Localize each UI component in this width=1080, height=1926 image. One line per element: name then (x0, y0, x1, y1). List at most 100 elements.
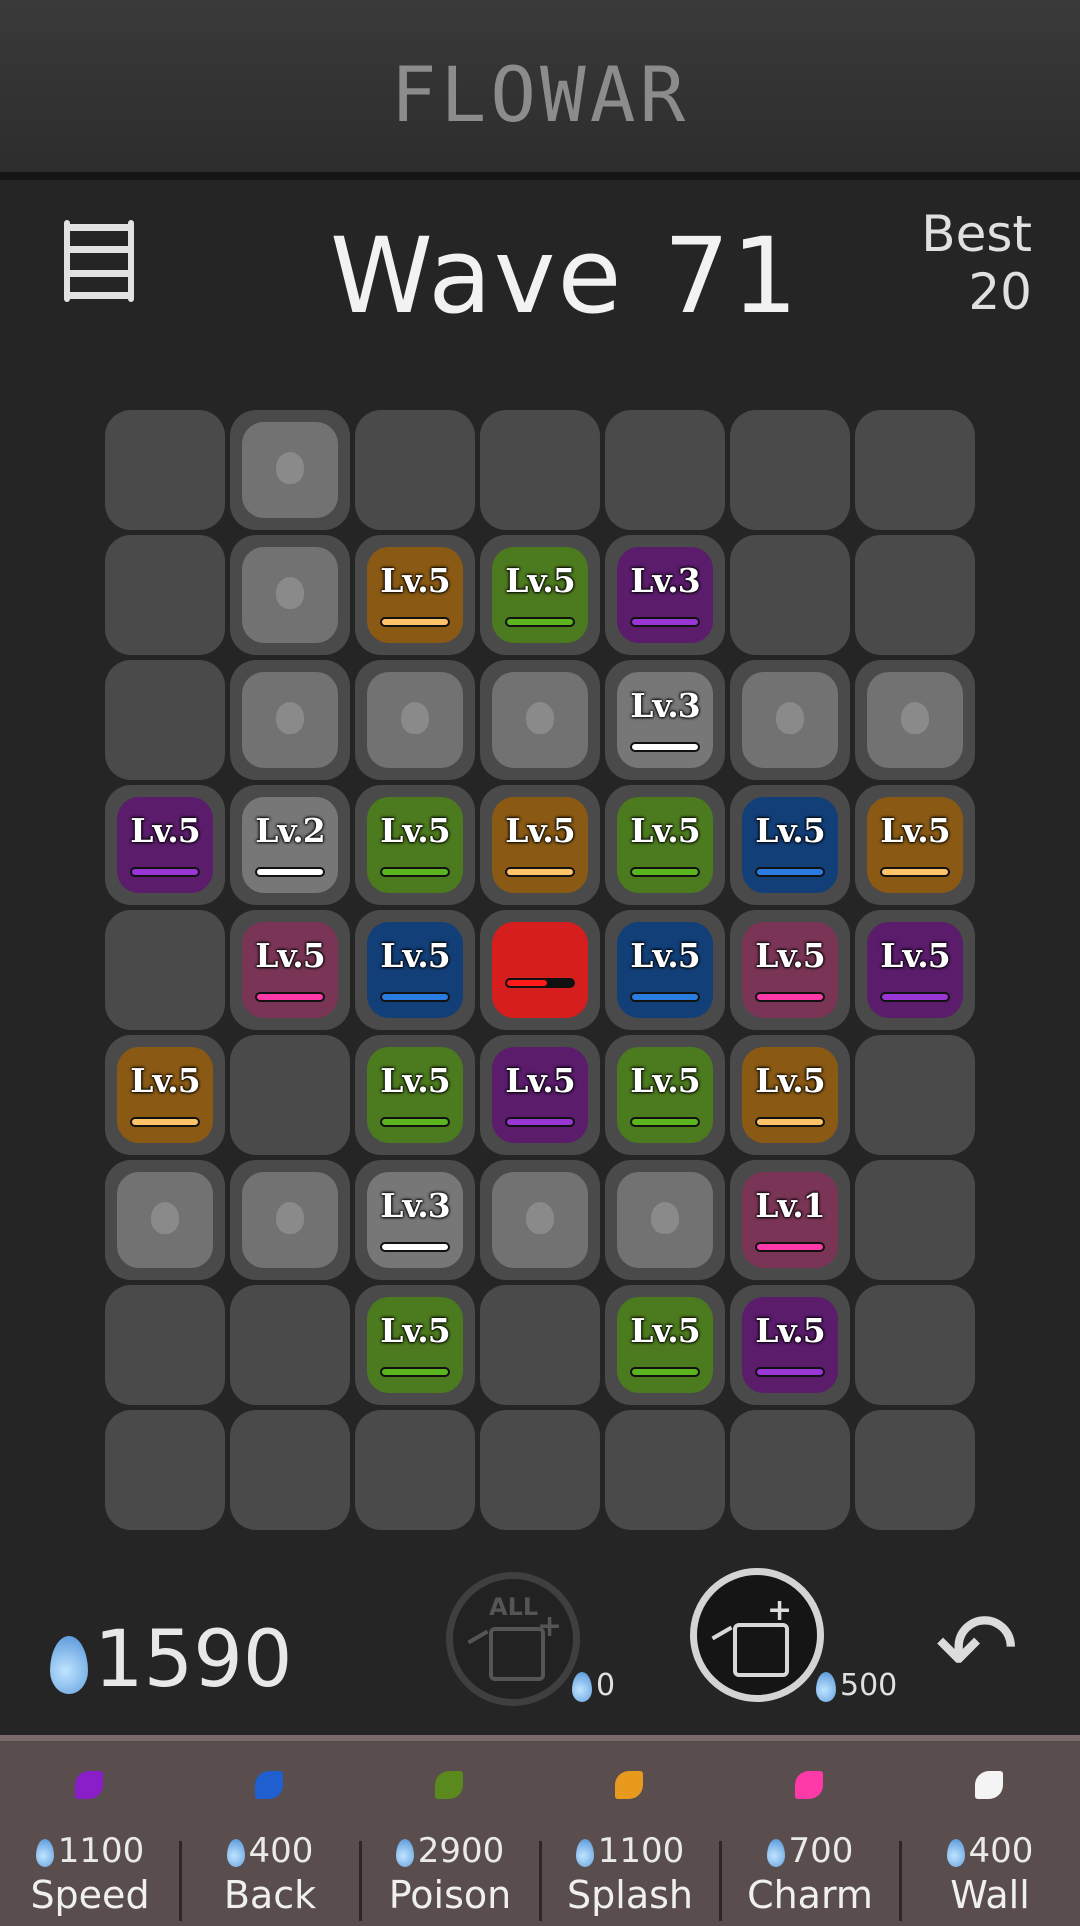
water-one-cost: 500 (816, 1668, 897, 1703)
flower-tile-pink[interactable]: Lv.1 (742, 1172, 838, 1268)
board-cell[interactable] (480, 1285, 600, 1405)
board-cell[interactable] (105, 910, 225, 1030)
shop-item-charm[interactable]: 700 Charm (725, 1741, 895, 1926)
shop-item-price-value: 1100 (57, 1831, 145, 1871)
empty-pot-tile[interactable] (492, 1172, 588, 1268)
flower-tile-green[interactable]: Lv.5 (367, 1047, 463, 1143)
empty-pot-tile[interactable] (867, 672, 963, 768)
drop-count: 1590 (94, 1615, 293, 1705)
empty-pot-tile[interactable] (242, 422, 338, 518)
board-cell[interactable] (480, 410, 600, 530)
flower-level: Lv.5 (130, 1061, 201, 1100)
board-cell[interactable] (105, 1410, 225, 1530)
shop-item-price: 400 (905, 1831, 1075, 1871)
flower-tile-purple[interactable]: Lv.5 (492, 1047, 588, 1143)
board-cell[interactable] (605, 410, 725, 530)
flower-silhouette-icon (276, 1202, 304, 1234)
empty-pot-tile[interactable] (617, 1172, 713, 1268)
flower-tile-orange[interactable]: Lv.5 (492, 797, 588, 893)
empty-pot-tile[interactable] (117, 1172, 213, 1268)
flower-level-bar (880, 992, 950, 1002)
flower-tile-orange[interactable]: Lv.5 (867, 797, 963, 893)
flower-tile-blue[interactable]: Lv.5 (742, 797, 838, 893)
water-one-button[interactable]: + (690, 1568, 824, 1702)
board-cell[interactable] (105, 1285, 225, 1405)
flower-tile-white[interactable]: Lv.2 (242, 797, 338, 893)
board-cell[interactable] (480, 1410, 600, 1530)
shop-item-price: 400 (185, 1831, 355, 1871)
flower-tile-green[interactable]: Lv.5 (367, 1297, 463, 1393)
shop-item-price-value: 400 (248, 1831, 314, 1871)
flower-tile-blue[interactable]: Lv.5 (617, 922, 713, 1018)
shop-item-wall[interactable]: 400 Wall (905, 1741, 1075, 1926)
board-cell[interactable] (855, 1410, 975, 1530)
flower-tile-green[interactable]: Lv.5 (367, 797, 463, 893)
flower-level-bar (130, 1117, 200, 1127)
board-cell[interactable] (355, 1410, 475, 1530)
flower-tile-green[interactable]: Lv.5 (492, 547, 588, 643)
flower-tile-pink[interactable]: Lv.5 (742, 922, 838, 1018)
empty-pot-tile[interactable] (242, 1172, 338, 1268)
shop-item-price: 1100 (545, 1831, 715, 1871)
watering-can-spout (711, 1625, 733, 1641)
board-cell[interactable] (105, 660, 225, 780)
flower-level-bar (380, 992, 450, 1002)
board-cell[interactable] (230, 1410, 350, 1530)
flower-tile-green[interactable]: Lv.5 (617, 1047, 713, 1143)
board-cell[interactable] (855, 410, 975, 530)
water-drop-icon (226, 1838, 245, 1867)
flower-level-bar (630, 617, 700, 627)
empty-pot-tile[interactable] (742, 672, 838, 768)
shop-divider (539, 1841, 542, 1921)
empty-pot-tile[interactable] (492, 672, 588, 768)
menu-icon[interactable] (60, 220, 140, 302)
board-cell[interactable] (105, 410, 225, 530)
shop-item-price-value: 2900 (417, 1831, 505, 1871)
board-cell[interactable] (230, 1285, 350, 1405)
board-cell[interactable] (730, 410, 850, 530)
menu-icon-bar (64, 224, 134, 231)
board-cell[interactable] (105, 535, 225, 655)
flower-tile-white[interactable]: Lv.3 (367, 1172, 463, 1268)
flower-tile-green[interactable]: Lv.5 (617, 797, 713, 893)
flower-tile-purple[interactable]: Lv.5 (742, 1297, 838, 1393)
menu-icon-bar (64, 292, 134, 299)
board-cell[interactable] (730, 1410, 850, 1530)
flower-tile-purple[interactable]: Lv.5 (117, 797, 213, 893)
flower-tile-orange[interactable]: Lv.5 (367, 547, 463, 643)
flower-tile-blue[interactable]: Lv.5 (367, 922, 463, 1018)
core-health-fill (507, 980, 547, 986)
flower-tile-purple[interactable]: Lv.3 (617, 547, 713, 643)
core-flower-tile[interactable] (492, 922, 588, 1018)
empty-pot-tile[interactable] (367, 672, 463, 768)
shop-item-price-value: 400 (968, 1831, 1034, 1871)
flower-tile-orange[interactable]: Lv.5 (742, 1047, 838, 1143)
shop-item-splash[interactable]: 1100 Splash (545, 1741, 715, 1926)
flower-tile-white[interactable]: Lv.3 (617, 672, 713, 768)
flower-tile-orange[interactable]: Lv.5 (117, 1047, 213, 1143)
board-cell[interactable] (855, 1285, 975, 1405)
shop-item-poison[interactable]: 2900 Poison (365, 1741, 535, 1926)
water-all-button[interactable]: ALL + (446, 1572, 580, 1706)
flower-level: Lv.5 (755, 1311, 826, 1350)
flower-tile-purple[interactable]: Lv.5 (867, 922, 963, 1018)
board-cell[interactable] (730, 535, 850, 655)
empty-pot-tile[interactable] (242, 672, 338, 768)
empty-pot-tile[interactable] (242, 547, 338, 643)
flower-tile-pink[interactable]: Lv.5 (242, 922, 338, 1018)
water-all-label: ALL (489, 1593, 539, 1621)
board-cell[interactable] (855, 1035, 975, 1155)
flower-level: Lv.5 (755, 811, 826, 850)
flower-level-bar (630, 867, 700, 877)
shop-item-back[interactable]: 400 Back (185, 1741, 355, 1926)
board-cell[interactable] (355, 410, 475, 530)
undo-arrow-icon[interactable]: ↶ (935, 1590, 1019, 1707)
board-cell[interactable] (230, 1035, 350, 1155)
board-cell[interactable] (855, 1160, 975, 1280)
board-cell[interactable] (605, 1410, 725, 1530)
flower-tile-green[interactable]: Lv.5 (617, 1297, 713, 1393)
board-cell[interactable] (855, 535, 975, 655)
menu-icon-bar (64, 270, 134, 277)
flower-level-bar (505, 617, 575, 627)
shop-item-speed[interactable]: 1100 Speed (5, 1741, 175, 1926)
